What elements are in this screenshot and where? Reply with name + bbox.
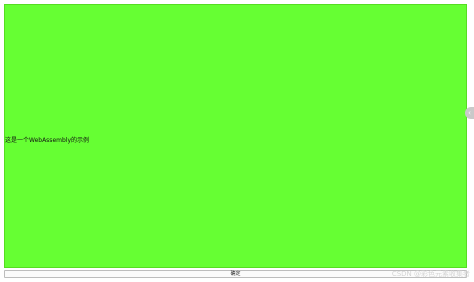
side-handle-glyph: ‹ <box>468 109 471 117</box>
canvas-message: 这是一个WebAssembly的示例 <box>5 137 90 144</box>
watermark: CSDN @彩色元素收集者 <box>391 270 470 278</box>
expand-icon[interactable]: ‹ <box>465 107 474 119</box>
green-canvas: 这是一个WebAssembly的示例 <box>4 4 467 268</box>
